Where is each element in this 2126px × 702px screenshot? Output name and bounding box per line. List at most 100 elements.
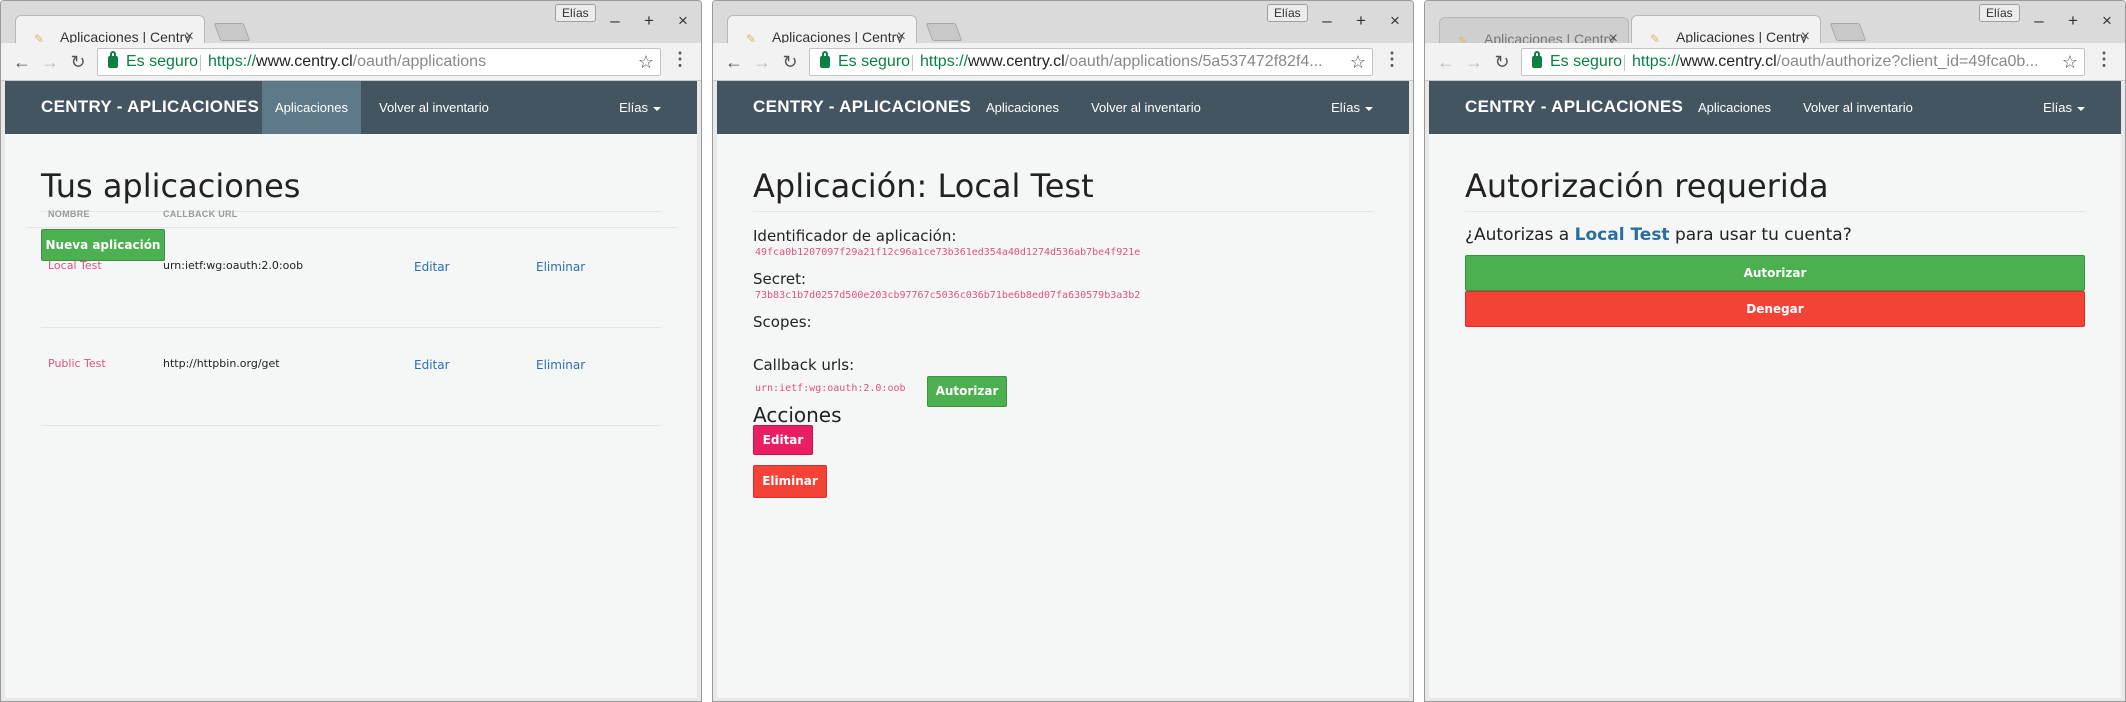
nav-aplicaciones[interactable]: Aplicaciones	[1685, 81, 1784, 134]
page-title: Tus aplicaciones	[41, 167, 301, 205]
page-content: CENTRY - APLICACIONES Aplicaciones Volve…	[1429, 81, 2121, 698]
navbar: CENTRY - APLICACIONES Aplicaciones Volve…	[1429, 81, 2121, 134]
back-icon[interactable]: ←	[723, 51, 745, 73]
back-icon[interactable]: ←	[1435, 51, 1457, 73]
uid-value: 49fca0b1207097f29a21f12c96a1ce73b361ed35…	[755, 247, 1141, 258]
nav-volver-inventario[interactable]: Volver al inventario	[1078, 81, 1214, 134]
secure-label: Es seguro	[126, 53, 199, 70]
caret-down-icon	[1365, 106, 1373, 111]
table-row-name[interactable]: Local Test	[48, 259, 102, 272]
authorize-button[interactable]: Autorizar	[927, 376, 1007, 407]
menu-icon[interactable]: ⋮	[2095, 49, 2113, 70]
maximize-icon[interactable]: +	[639, 11, 659, 31]
divider	[1624, 55, 1625, 71]
divider	[1465, 211, 2085, 212]
page-title: Aplicación: Local Test	[753, 167, 1094, 205]
nav-user-menu[interactable]: Elías	[1331, 81, 1373, 134]
authorize-question: ¿Autorizas a Local Test para usar tu cue…	[1465, 225, 1852, 245]
lock-icon	[108, 51, 118, 68]
secret-label: Secret:	[753, 270, 806, 288]
brand[interactable]: CENTRY - APLICACIONES	[41, 97, 259, 117]
table-row-name[interactable]: Public Test	[48, 357, 106, 370]
divider	[753, 211, 1373, 212]
divider	[200, 55, 201, 71]
brand[interactable]: CENTRY - APLICACIONES	[753, 97, 971, 117]
browser-window-authorize: ✎ Aplicaciones | Centry × ✎ Aplicaciones…	[1424, 0, 2126, 702]
delete-link[interactable]: Eliminar	[536, 260, 585, 274]
edit-button[interactable]: Editar	[753, 425, 813, 455]
close-window-icon[interactable]: ×	[1385, 11, 1405, 31]
browser-window-applications: ✎ Aplicaciones | Centry × Elías – + × ← …	[0, 0, 702, 702]
table-divider	[41, 327, 661, 328]
page-content: CENTRY - APLICACIONES Aplicaciones Volve…	[5, 81, 697, 698]
page-content: CENTRY - APLICACIONES Aplicaciones Volve…	[717, 81, 1409, 698]
app-name-link[interactable]: Local Test	[1575, 225, 1670, 245]
url-text: https://www.centry.cl/oauth/authorize?cl…	[1632, 53, 2039, 70]
nav-aplicaciones[interactable]: Aplicaciones	[973, 81, 1072, 134]
secret-value: 73b83c1b7d0257d500e203cb97767c5036c036b7…	[755, 290, 1141, 301]
edit-link[interactable]: Editar	[414, 358, 450, 372]
forward-icon[interactable]: →	[751, 51, 773, 73]
nav-aplicaciones[interactable]: Aplicaciones	[262, 81, 361, 134]
new-app-button[interactable]: Nueva aplicación	[41, 229, 165, 261]
browser-window-app-detail: ✎ Aplicaciones | Centry × Elías – + × ← …	[712, 0, 1414, 702]
secure-label: Es seguro	[1550, 53, 1623, 70]
bookmark-star-icon[interactable]: ☆	[638, 49, 654, 75]
url-text: https://www.centry.cl/oauth/applications…	[920, 53, 1323, 70]
callback-value: urn:ietf:wg:oauth:2.0:oob	[755, 383, 906, 394]
minimize-icon[interactable]: –	[1317, 11, 1337, 31]
delete-link[interactable]: Eliminar	[536, 358, 585, 372]
table-row-callback: http://httpbin.org/get	[163, 357, 280, 370]
minimize-icon[interactable]: –	[2029, 11, 2049, 31]
nav-user-menu[interactable]: Elías	[619, 81, 661, 134]
minimize-icon[interactable]: –	[605, 11, 625, 31]
uid-label: Identificador de aplicación:	[753, 227, 957, 245]
divider	[41, 211, 661, 212]
reload-icon[interactable]: ↻	[67, 51, 89, 73]
new-tab-button[interactable]	[213, 23, 251, 41]
lock-icon	[820, 51, 830, 68]
profile-badge[interactable]: Elías	[555, 4, 596, 22]
browser-toolbar: ← → ↻ Es seguro https://www.centry.cl/oa…	[713, 43, 1413, 81]
maximize-icon[interactable]: +	[1351, 11, 1371, 31]
maximize-icon[interactable]: +	[2063, 11, 2083, 31]
secure-label: Es seguro	[838, 53, 911, 70]
address-bar[interactable]: Es seguro https://www.centry.cl/oauth/au…	[1521, 48, 2085, 76]
edit-link[interactable]: Editar	[414, 260, 450, 274]
forward-icon[interactable]: →	[39, 51, 61, 73]
table-row-callback: urn:ietf:wg:oauth:2.0:oob	[163, 259, 304, 272]
authorize-button[interactable]: Autorizar	[1465, 255, 2085, 291]
address-bar[interactable]: Es seguro https://www.centry.cl/oauth/ap…	[809, 48, 1373, 76]
close-window-icon[interactable]: ×	[2097, 11, 2117, 31]
table-divider	[41, 425, 661, 426]
new-tab-button[interactable]	[925, 23, 963, 41]
profile-badge[interactable]: Elías	[1979, 4, 2020, 22]
nav-user-menu[interactable]: Elías	[2043, 81, 2085, 134]
reload-icon[interactable]: ↻	[779, 51, 801, 73]
brand[interactable]: CENTRY - APLICACIONES	[1465, 97, 1683, 117]
close-window-icon[interactable]: ×	[673, 11, 693, 31]
back-icon[interactable]: ←	[11, 51, 33, 73]
forward-icon[interactable]: →	[1463, 51, 1485, 73]
browser-toolbar: ← → ↻ Es seguro https://www.centry.cl/oa…	[1, 43, 701, 81]
table-divider	[27, 227, 677, 228]
profile-badge[interactable]: Elías	[1267, 4, 1308, 22]
menu-icon[interactable]: ⋮	[1383, 49, 1401, 70]
deny-button[interactable]: Denegar	[1465, 291, 2085, 327]
menu-icon[interactable]: ⋮	[671, 49, 689, 70]
new-tab-button[interactable]	[1829, 23, 1867, 41]
caret-down-icon	[653, 106, 661, 111]
actions-heading: Acciones	[753, 403, 842, 427]
bookmark-star-icon[interactable]: ☆	[1350, 49, 1366, 75]
nav-volver-inventario[interactable]: Volver al inventario	[1790, 81, 1926, 134]
navbar: CENTRY - APLICACIONES Aplicaciones Volve…	[717, 81, 1409, 134]
address-bar[interactable]: Es seguro https://www.centry.cl/oauth/ap…	[97, 48, 661, 76]
reload-icon[interactable]: ↻	[1491, 51, 1513, 73]
page-title: Autorización requerida	[1465, 167, 1829, 205]
delete-button[interactable]: Eliminar	[753, 465, 827, 498]
divider	[912, 55, 913, 71]
bookmark-star-icon[interactable]: ☆	[2062, 49, 2078, 75]
column-header-callback: CALLBACK URL	[163, 209, 238, 219]
caret-down-icon	[2077, 106, 2085, 111]
nav-volver-inventario[interactable]: Volver al inventario	[366, 81, 502, 134]
